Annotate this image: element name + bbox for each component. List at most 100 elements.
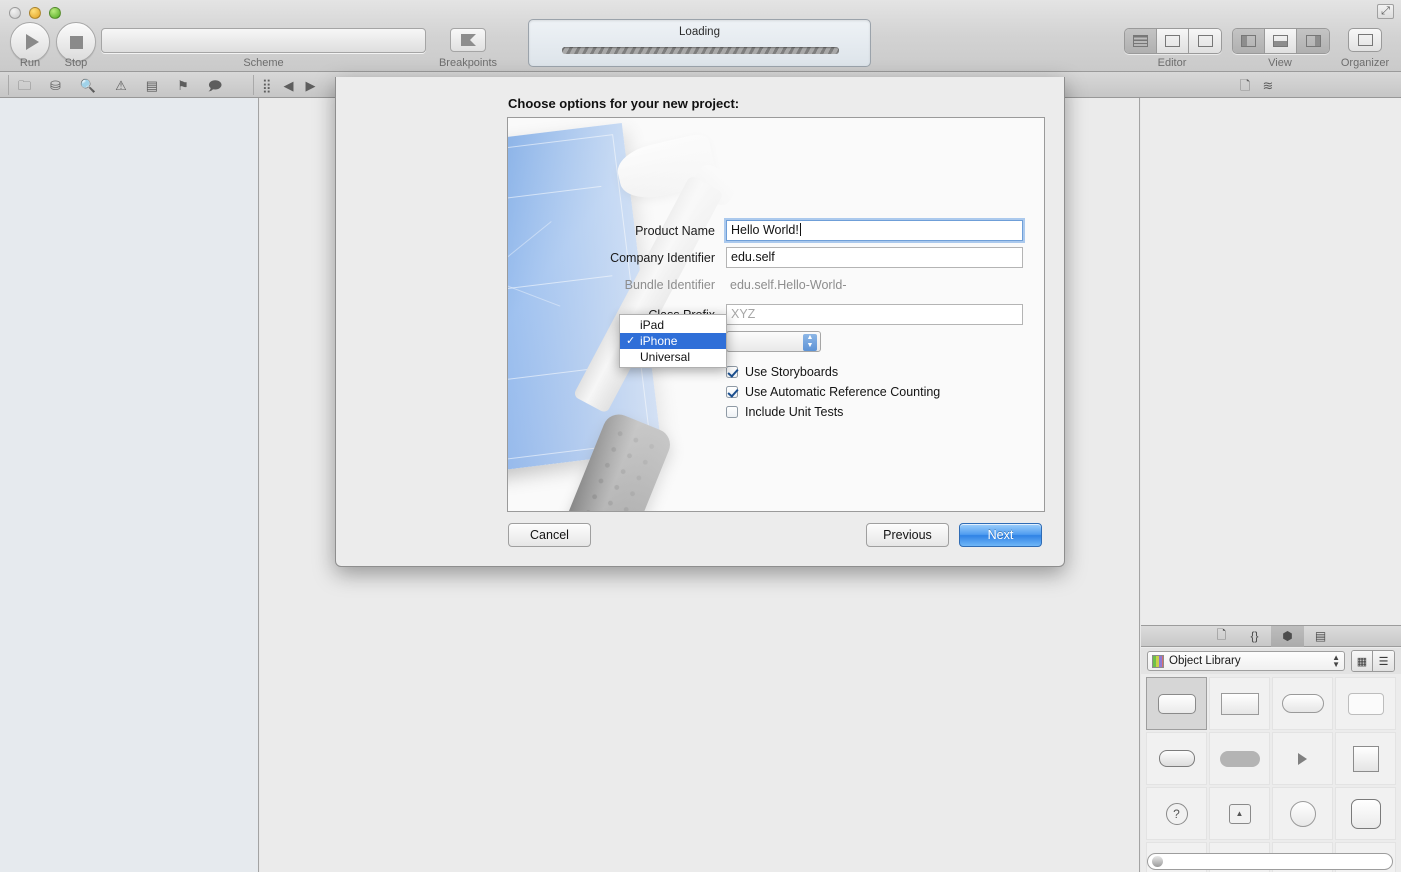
checkmark-icon: ✓ (626, 335, 636, 347)
cancel-button[interactable]: Cancel (508, 523, 591, 547)
bundle-identifier-label: Bundle Identifier (624, 278, 715, 292)
related-items-icon[interactable]: ⣿ (262, 79, 272, 92)
editor-mode-segmented-control[interactable] (1124, 28, 1222, 54)
editor-assistant-button[interactable] (1157, 29, 1189, 53)
menu-item-label: iPhone (640, 334, 678, 348)
use-storyboards-checkbox-row[interactable]: Use Storyboards (726, 362, 838, 381)
debug-panel-icon (1273, 35, 1288, 47)
stop-label: Stop (64, 57, 88, 69)
menu-item-iphone[interactable]: ✓ iPhone (620, 333, 726, 349)
object-library-grid: ? ▲ (1145, 676, 1397, 872)
library-item[interactable] (1335, 732, 1396, 785)
class-prefix-input[interactable]: XYZ (726, 304, 1023, 325)
company-identifier-row: Company Identifier edu.self (508, 247, 1044, 269)
navigator-panel (0, 98, 259, 872)
library-item[interactable] (1209, 677, 1270, 730)
menu-item-universal[interactable]: Universal (620, 349, 726, 365)
assistant-editor-icon (1165, 35, 1180, 47)
run-button[interactable] (10, 22, 50, 62)
document-icon[interactable]: 🗋 (1240, 79, 1250, 92)
scheme-selector[interactable] (101, 28, 426, 53)
library-item[interactable] (1209, 732, 1270, 785)
library-item[interactable]: ? (1146, 787, 1207, 840)
view-label: View (1268, 57, 1292, 69)
navigator-tab-icons: 🗀 ⛁ 🔍 ⚠ ▤ ⚑ 🗩 (18, 72, 222, 98)
include-unit-tests-label: Include Unit Tests (745, 404, 844, 419)
library-popup-button[interactable]: Object Library ▲ ▼ (1147, 651, 1345, 671)
toggle-navigator-button[interactable] (1233, 29, 1265, 53)
organizer-button[interactable] (1348, 28, 1382, 52)
debug-navigator-icon[interactable]: ⚑ (177, 79, 189, 92)
bundle-identifier-row: Bundle Identifier edu.self.Hello-World- (508, 274, 1044, 296)
library-search-field[interactable] (1147, 853, 1393, 870)
list-view-button[interactable]: ☰ (1373, 651, 1394, 671)
company-identifier-input[interactable]: edu.self (726, 247, 1023, 268)
utilities-panel-icon (1305, 35, 1321, 47)
device-family-menu[interactable]: iPad ✓ iPhone Universal (619, 314, 727, 368)
zoom-button[interactable] (49, 7, 61, 19)
use-arc-checkbox[interactable] (726, 385, 738, 398)
library-item[interactable] (1146, 677, 1207, 730)
project-navigator-icon[interactable]: 🗀 (18, 79, 31, 92)
stop-icon (69, 35, 83, 49)
quick-help-tab[interactable]: {} (1238, 626, 1271, 647)
status-text: Loading (679, 26, 720, 38)
chevron-updown-icon: ▲ ▼ (1332, 653, 1340, 669)
menu-item-ipad[interactable]: iPad (620, 317, 726, 333)
media-library-tab[interactable]: ▤ (1304, 626, 1337, 647)
run-label: Run (19, 57, 41, 69)
text-caret (799, 223, 801, 236)
standard-editor-icon (1133, 35, 1148, 47)
library-item[interactable] (1272, 677, 1333, 730)
view-toggle-segmented-control[interactable] (1232, 28, 1330, 54)
editor-history-controls: ⣿ ◀ ▶ (262, 72, 316, 98)
issue-navigator-icon[interactable]: ⚠ (115, 79, 127, 92)
grid-view-button[interactable]: ▦ (1352, 651, 1373, 671)
file-inspector-tab[interactable]: 🗋 (1205, 626, 1238, 647)
device-family-popup-button[interactable]: ▲ ▼ (726, 331, 821, 352)
library-item[interactable] (1146, 732, 1207, 785)
library-item[interactable] (1335, 787, 1396, 840)
next-button[interactable]: Next (959, 523, 1042, 547)
include-unit-tests-checkbox[interactable] (726, 405, 738, 418)
library-selected-label: Object Library (1169, 655, 1241, 667)
minimize-button[interactable] (29, 7, 41, 19)
symbol-navigator-icon[interactable]: ⛁ (50, 79, 61, 92)
device-family-row: Device Family ▲▼ (508, 331, 1044, 353)
main-toolbar: Run Stop Scheme Breakpoints Loading Edit… (0, 0, 1401, 72)
forward-arrow-icon[interactable]: ▶ (306, 79, 316, 92)
fullscreen-icon[interactable]: ⤢ (1377, 4, 1394, 19)
previous-button[interactable]: Previous (866, 523, 949, 547)
editor-standard-button[interactable] (1125, 29, 1157, 53)
toggle-debug-button[interactable] (1265, 29, 1297, 53)
toggle-utilities-button[interactable] (1297, 29, 1329, 53)
library-item[interactable] (1272, 732, 1333, 785)
wave-icon[interactable]: ≋ (1262, 79, 1273, 92)
product-name-value: Hello World! (731, 223, 799, 237)
editor-version-button[interactable] (1189, 29, 1221, 53)
product-name-input[interactable]: Hello World! (726, 220, 1023, 241)
use-arc-checkbox-row[interactable]: Use Automatic Reference Counting (726, 382, 940, 401)
library-item[interactable] (1272, 787, 1333, 840)
use-storyboards-checkbox[interactable] (726, 365, 738, 378)
search-navigator-icon[interactable]: 🔍 (80, 79, 96, 92)
test-navigator-icon[interactable]: ▤ (146, 79, 158, 92)
product-name-row: Product Name Hello World! (508, 220, 1044, 242)
log-navigator-icon[interactable]: 🗩 (208, 79, 222, 92)
object-library-tab[interactable]: ⬢ (1271, 625, 1304, 647)
sheet-title: Choose options for your new project: (508, 96, 740, 111)
project-options-form: Product Name Hello World! Company Identi… (508, 118, 1044, 511)
include-unit-tests-checkbox-row[interactable]: Include Unit Tests (726, 402, 843, 421)
window-controls (9, 7, 61, 19)
stop-button[interactable] (56, 22, 96, 62)
close-button[interactable] (9, 7, 21, 19)
library-item[interactable] (1335, 677, 1396, 730)
library-item[interactable]: ▲ (1209, 787, 1270, 840)
progress-bar (562, 47, 839, 54)
library-view-toggle[interactable]: ▦ ☰ (1351, 650, 1395, 672)
search-icon (1152, 856, 1163, 867)
version-editor-icon (1197, 35, 1213, 47)
editor-label: Editor (1157, 57, 1187, 69)
breakpoints-button[interactable] (450, 28, 486, 52)
back-arrow-icon[interactable]: ◀ (284, 79, 294, 92)
